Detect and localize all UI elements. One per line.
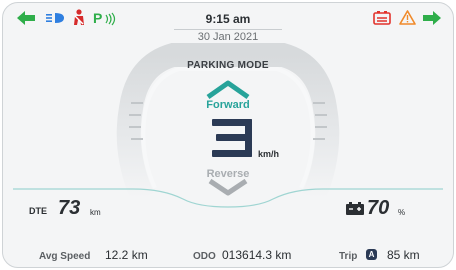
dte-value: 73: [58, 197, 81, 219]
dte-label: DTE: [29, 206, 47, 216]
trip-a-badge: A: [366, 249, 377, 260]
odo-value: 013614.3 km: [222, 248, 292, 262]
instrument-cluster: P 9:15 am 30 Jan 2021 PARKING MODE Forwa…: [2, 2, 454, 268]
reverse-arrow-icon: [208, 178, 248, 196]
speed-unit: km/h: [258, 149, 280, 159]
speed-digit: [212, 119, 252, 157]
avg-speed-value: 12.2 km: [105, 248, 148, 262]
drive-mode-label: PARKING MODE: [187, 60, 269, 71]
avg-speed-label: Avg Speed: [39, 251, 91, 262]
battery-unit: %: [398, 208, 406, 217]
forward-label: Forward: [206, 99, 250, 111]
odo-label: ODO: [193, 251, 216, 262]
reverse-label: Reverse: [206, 168, 250, 180]
parking-gauge: [13, 43, 443, 208]
battery-value: 70: [367, 197, 390, 219]
trip-value: 85 km: [387, 248, 420, 262]
battery-icon: [346, 202, 364, 215]
dte-unit: km: [90, 208, 101, 217]
trip-label: Trip: [339, 251, 358, 262]
forward-arrow-icon: [206, 80, 250, 100]
